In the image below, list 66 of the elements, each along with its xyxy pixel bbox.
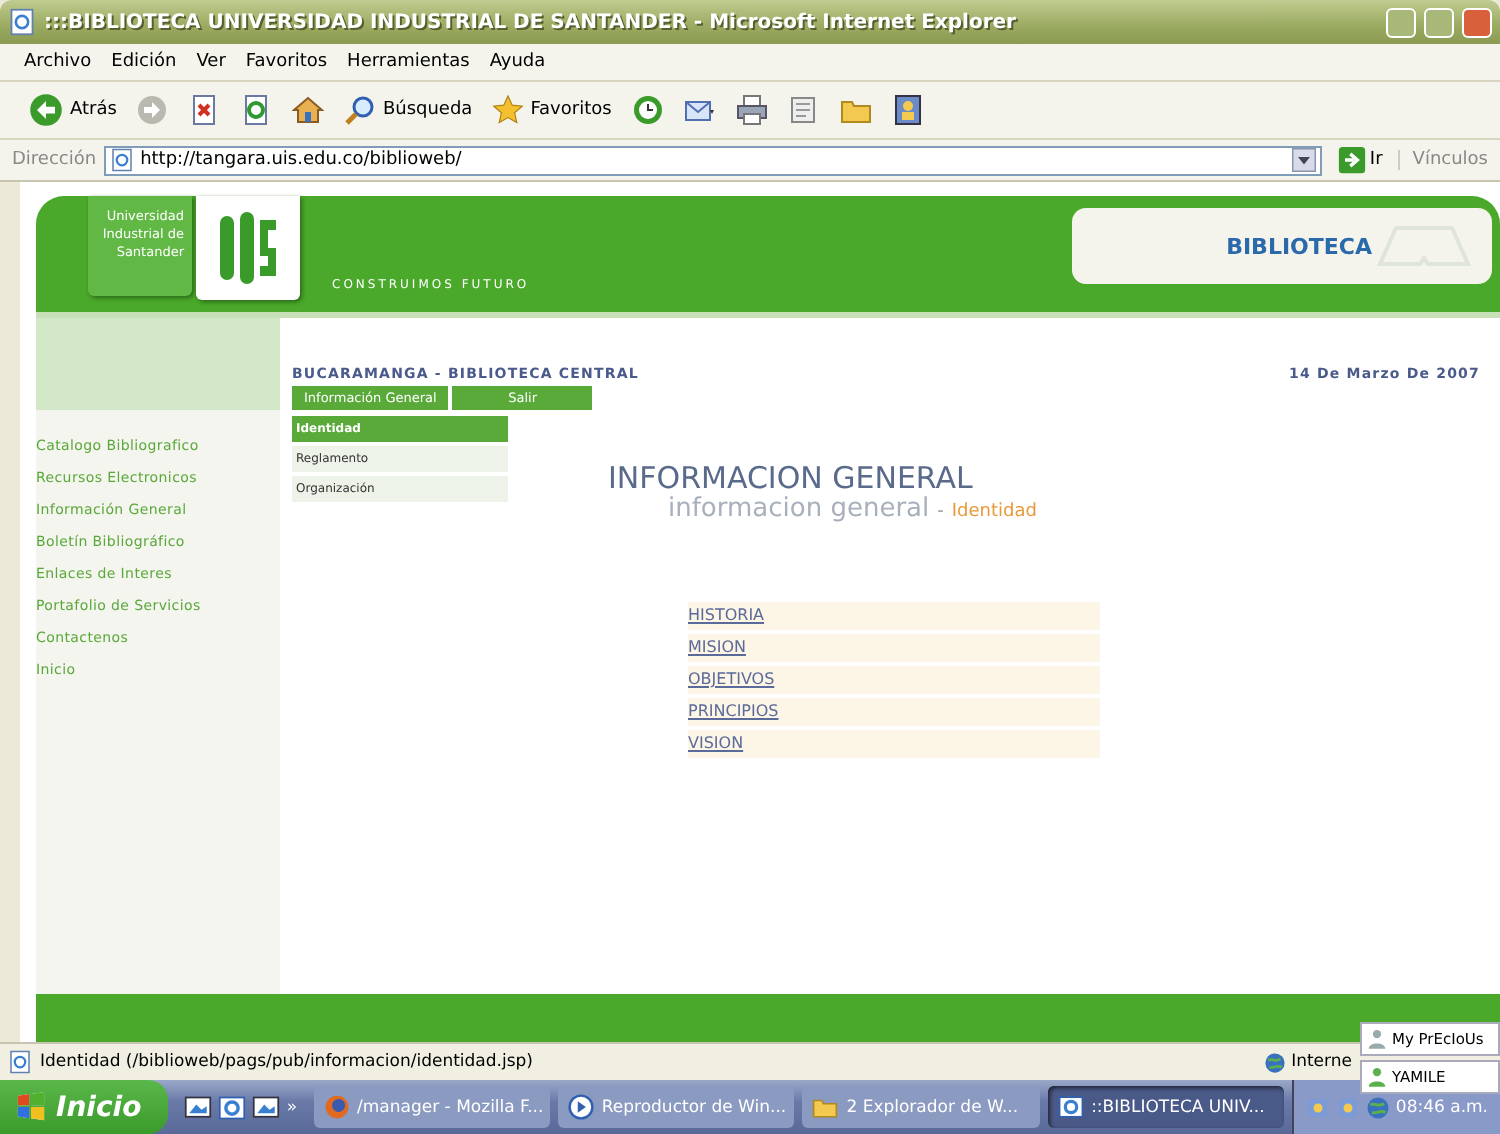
back-button[interactable]: Atrás	[24, 88, 121, 132]
tray-icon	[1305, 1095, 1330, 1119]
status-text: Identidad (/biblioweb/pags/pub/informacion/identidad.jsp)	[40, 1052, 535, 1072]
stop-icon	[188, 94, 221, 126]
content-link[interactable]: HISTORIA	[688, 606, 765, 624]
search-button[interactable]: Búsqueda	[340, 90, 477, 130]
content-link[interactable]: MISION	[688, 638, 746, 656]
go-button[interactable]: Ir	[1329, 146, 1391, 174]
taskbar-button[interactable]: Reproductor de Win...	[557, 1086, 795, 1128]
page-heading: INFORMACION GENERAL	[608, 462, 975, 496]
refresh-icon	[240, 94, 273, 126]
content-link[interactable]: VISION	[688, 734, 744, 752]
menu-item[interactable]: Ver	[196, 52, 226, 72]
more-button[interactable]: »	[286, 1097, 298, 1117]
window-title: :::BIBLIOTECA UNIVERSIDAD INDUSTRIAL DE SANTANDER - Microsoft Internet Explorer	[44, 11, 1018, 33]
menu-item[interactable]: Edición	[111, 52, 177, 72]
browser-icon	[323, 1094, 350, 1120]
start-button[interactable]: Inicio	[0, 1080, 169, 1134]
close-button[interactable]	[1462, 7, 1492, 37]
zone-text: Interne	[1291, 1052, 1352, 1072]
menu-item[interactable]: Favoritos	[245, 52, 328, 72]
browser-icon	[218, 1093, 247, 1121]
play-icon	[567, 1094, 594, 1120]
printer-icon	[735, 94, 768, 126]
address-field[interactable]: http://tangara.uis.edu.co/biblioweb/	[104, 145, 1322, 175]
clock-text: 08:46 a.m.	[1395, 1097, 1488, 1117]
maximize-button[interactable]	[1424, 7, 1454, 37]
page-icon	[110, 148, 135, 172]
desktop-icon	[184, 1093, 213, 1121]
folder-icon	[812, 1094, 839, 1120]
taskbar-button[interactable]: 2 Explorador de W...	[802, 1086, 1040, 1128]
menu-item[interactable]: Herramientas	[347, 52, 470, 72]
document-icon	[787, 94, 820, 126]
taskbar-button[interactable]: ::BIBLIOTECA UNIV...	[1047, 1086, 1284, 1128]
taskbar-button[interactable]: /manager - Mozilla F...	[313, 1086, 550, 1128]
person-card-icon	[891, 94, 924, 126]
address-label: Dirección	[12, 150, 97, 170]
tray-icon	[1335, 1095, 1360, 1119]
content-link[interactable]: PRINCIPIOS	[688, 702, 779, 720]
globe-icon	[1263, 1051, 1286, 1073]
page-icon	[8, 1050, 32, 1074]
star-icon	[492, 94, 525, 126]
dropdown-icon	[1291, 148, 1316, 172]
logo-icon	[216, 208, 280, 288]
menu-item[interactable]: Archivo	[24, 52, 92, 72]
windows-flag-icon	[16, 1092, 46, 1122]
clock-icon	[631, 94, 664, 126]
page-subheading: informacion general	[668, 496, 930, 522]
search-icon	[344, 94, 377, 126]
page-icon	[1057, 1094, 1084, 1120]
menu-item[interactable]: Ayuda	[489, 52, 546, 72]
browser-icon	[8, 8, 36, 36]
go-arrow-icon	[1337, 146, 1366, 174]
section-title: Identidad	[951, 502, 1037, 522]
separator-text: -	[937, 502, 944, 522]
person-icon	[1366, 1028, 1388, 1050]
globe-icon	[1365, 1095, 1390, 1119]
favorites-button[interactable]: Favoritos	[488, 90, 616, 130]
content-link[interactable]: OBJETIVOS	[688, 670, 775, 688]
person-icon	[1366, 1066, 1388, 1088]
picture-icon	[252, 1093, 281, 1121]
print-button[interactable]	[731, 90, 772, 130]
banner-title: BIBLIOTECA	[1226, 233, 1372, 259]
home-icon	[292, 94, 325, 126]
links-button[interactable]: Vínculos	[1398, 150, 1488, 170]
minimize-button[interactable]	[1386, 7, 1416, 37]
